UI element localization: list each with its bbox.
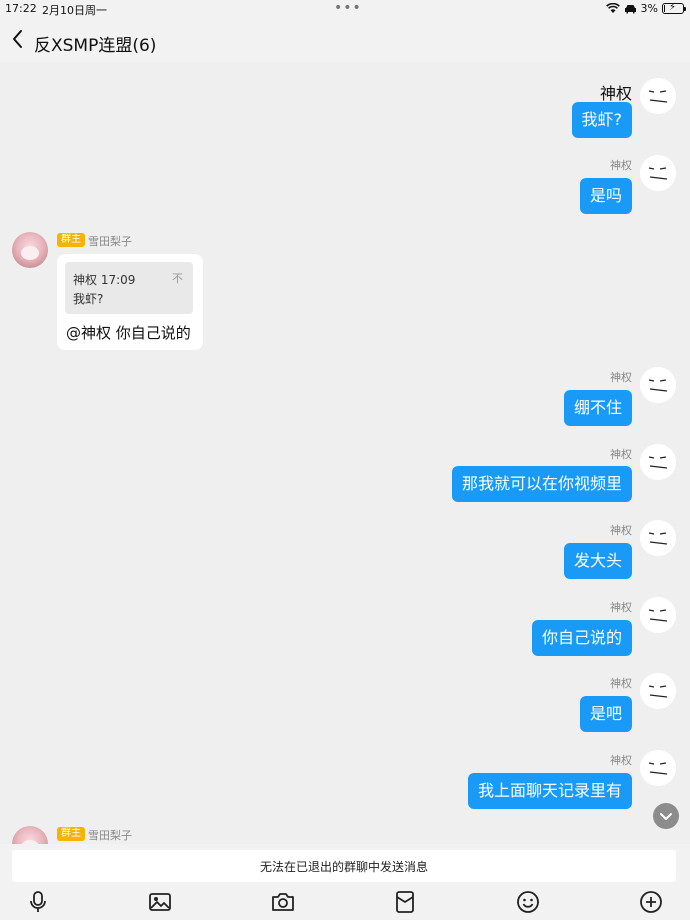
status-date: 2月10日周一 [42,4,107,17]
avatar[interactable] [640,155,676,191]
message-bubble[interactable]: 我虾? [571,102,632,138]
sender-name: 神权 [610,754,632,767]
sender-name: 神权 [599,84,632,103]
chevron-left-icon [13,30,22,48]
owner-badge: 群主 [57,827,85,841]
message-bubble[interactable]: 绷不住 [563,390,632,426]
red-packet-button[interactable] [392,889,418,915]
sender-name: 神权 [610,371,632,384]
disabled-input-notice: 无法在已退出的群聊中发送消息 [12,850,676,882]
avatar[interactable] [640,444,676,480]
avatar[interactable] [12,826,48,844]
chat-title[interactable]: 反XSMP连盟(6) [34,31,156,56]
sleepy-face-icon [640,673,676,709]
sleepy-face-icon [640,444,676,480]
sleepy-face-icon [640,155,676,191]
owner-badge: 群主 [57,233,85,247]
image-icon [149,893,171,911]
mic-icon [30,891,46,912]
plus-icon [640,891,662,913]
sleepy-face-icon [640,367,676,403]
sender-name: 神权 [610,448,632,461]
chat-area[interactable]: 神权 我虾? 神权 是吗 群主 雪田梨子 神权 17:09 我虾? 不 @神权 … [0,62,690,844]
sender-name: 神权 [610,159,632,172]
sleepy-face-icon [640,597,676,633]
message-bubble[interactable]: 你自己说的 [531,620,632,656]
status-bar: 17:22 2月10日周一 ••• 3% ⚡ [0,0,690,18]
emoji-button[interactable] [515,889,541,915]
quoted-message[interactable]: 神权 17:09 我虾? 不 [65,262,193,314]
status-right: 3% ⚡ [605,2,686,15]
status-time: 17:22 [5,2,37,15]
avatar[interactable] [640,367,676,403]
more-button[interactable] [638,889,664,915]
message-bubble[interactable]: 神权 17:09 我虾? 不 @神权 你自己说的 [57,254,203,350]
chevron-down-icon [660,813,672,820]
message-bubble[interactable]: 发大头 [563,543,632,579]
scroll-to-bottom-button[interactable] [653,803,679,829]
message-bubble[interactable]: 那我就可以在你视频里 [451,466,632,502]
back-button[interactable] [10,29,30,51]
message-bubble[interactable]: 是吧 [579,696,632,732]
sleepy-face-icon [640,520,676,556]
sender-name: 神权 [610,601,632,614]
sender-name: 神权 [610,524,632,537]
quote-text: 我虾? [73,292,104,306]
avatar[interactable] [640,673,676,709]
sleepy-face-icon [640,750,676,786]
avatar[interactable] [640,750,676,786]
camera-icon [272,893,294,911]
red-packet-icon [396,891,414,913]
camera-button[interactable] [270,889,296,915]
avatar[interactable] [640,520,676,556]
message-bubble[interactable]: 是吗 [579,178,632,214]
emoji-icon [517,891,539,913]
avatar[interactable] [640,597,676,633]
avatar[interactable] [640,78,676,114]
quote-mark: 不 [172,272,183,285]
voice-button[interactable] [25,889,51,915]
sender-name: 雪田梨子 [88,829,132,842]
message-text: @神权 你自己说的 [66,324,191,342]
battery-icon: ⚡ [662,2,686,14]
quote-header: 神权 17:09 [73,273,136,287]
battery-percent: 3% [640,2,658,15]
message-bubble[interactable]: 我上面聊天记录里有 [467,773,632,809]
sleepy-face-icon [640,78,676,114]
avatar[interactable] [12,232,48,268]
multitask-dots[interactable]: ••• [334,0,362,16]
input-toolbar [0,884,690,920]
sender-name: 雪田梨子 [88,235,132,248]
car-icon [624,4,636,13]
nav-bar: 反XSMP连盟(6) [0,18,690,62]
sender-name: 神权 [610,677,632,690]
wifi-icon [605,3,620,13]
notice-text: 无法在已退出的群聊中发送消息 [259,860,428,874]
photo-button[interactable] [147,889,173,915]
